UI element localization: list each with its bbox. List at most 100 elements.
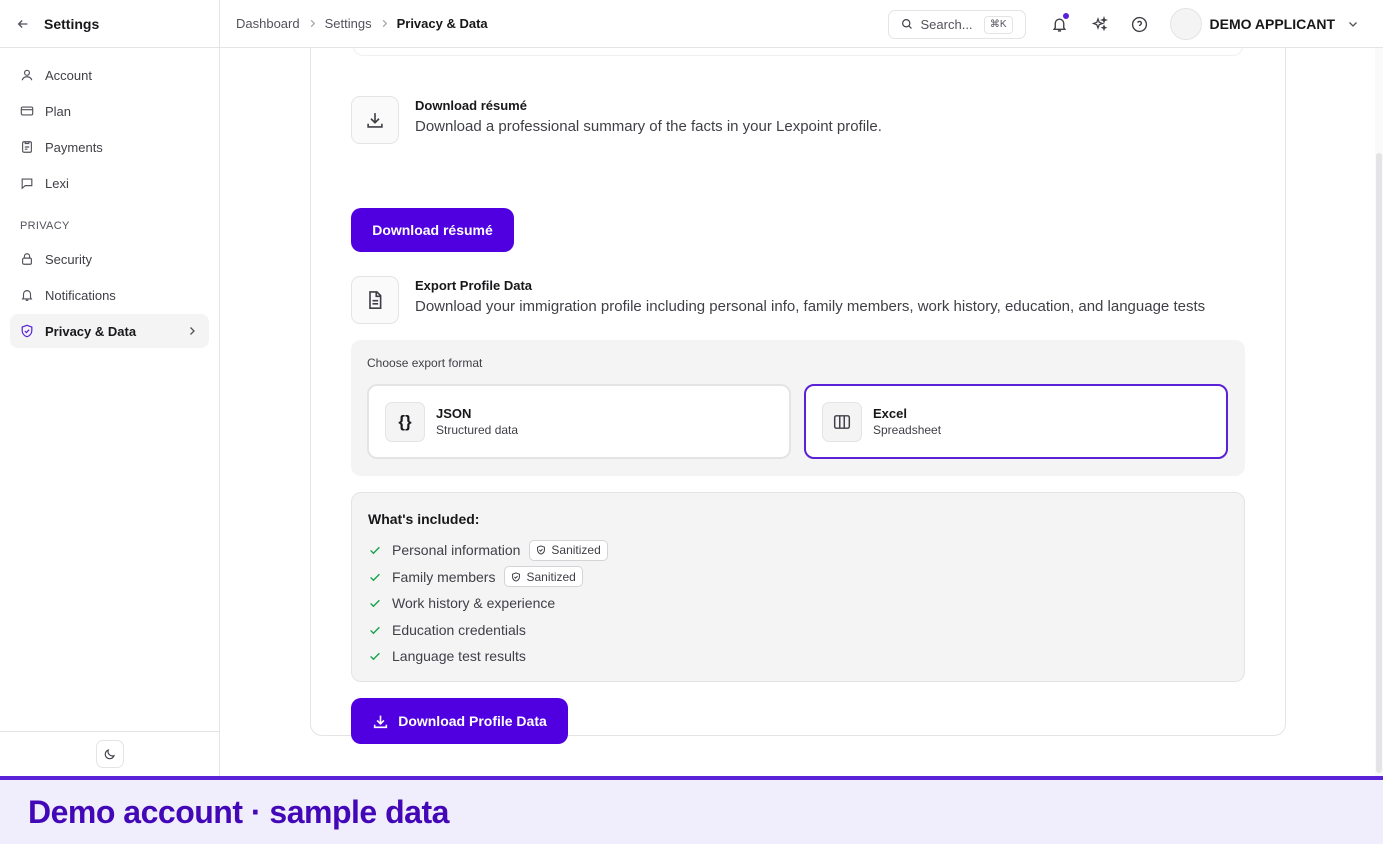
columns-icon <box>822 401 862 442</box>
download-profile-data-button[interactable]: Download Profile Data <box>351 698 568 744</box>
breadcrumb-current: Privacy & Data <box>396 16 488 31</box>
resume-description: Download a professional summary of the f… <box>415 118 882 135</box>
sidebar-item-security[interactable]: Security <box>10 242 209 276</box>
sidebar-item-payments[interactable]: Payments <box>10 130 209 164</box>
check-icon <box>370 573 380 581</box>
privacy-data-card: Download résumé Download a professional … <box>310 48 1286 744</box>
notifications-button[interactable] <box>1046 10 1074 38</box>
check-icon <box>370 546 380 555</box>
sidebar-item-label: Plan <box>45 103 72 119</box>
sidebar-item-lexi[interactable]: Lexi <box>10 166 209 200</box>
sidebar-item-label: Lexi <box>45 175 69 191</box>
download-resume-button[interactable]: Download résumé <box>351 208 514 252</box>
top-bar-actions: Search... ⌘K DEMO APPLICANT <box>887 0 1359 48</box>
format-option-json[interactable]: {} JSON Structured data <box>367 384 791 459</box>
avatar[interactable] <box>1169 8 1202 40</box>
sidebar-item-label: Privacy & Data <box>45 323 137 339</box>
user-icon <box>21 69 33 81</box>
chat-bubble-icon <box>21 178 33 190</box>
demo-banner: Demo account · sample data <box>0 776 1383 844</box>
search-input[interactable]: Search... ⌘K <box>887 9 1026 39</box>
sidebar-item-label: Payments <box>45 139 103 155</box>
sidebar-item-label: Notifications <box>45 287 116 303</box>
help-button[interactable] <box>1126 10 1154 38</box>
top-bar: Dashboard Settings Privacy & Data Search… <box>220 0 1383 48</box>
list-item: Personal information Sanitized <box>368 537 1228 564</box>
back-arrow-icon[interactable] <box>16 17 30 31</box>
check-icon <box>370 599 380 608</box>
theme-toggle-button[interactable] <box>95 740 124 768</box>
ai-assistant-button[interactable] <box>1086 10 1114 38</box>
list-item: Family members Sanitized <box>368 564 1228 591</box>
sanitized-badge: Sanitized <box>504 566 583 588</box>
sidebar-item-notifications[interactable]: Notifications <box>10 278 209 312</box>
export-description: Download your immigration profile includ… <box>415 298 1206 315</box>
download-icon <box>351 96 399 144</box>
list-item: Language test results <box>368 643 1228 670</box>
export-title: Export Profile Data <box>415 278 533 293</box>
whats-included-panel: What's included: Personal information Sa… <box>351 492 1245 682</box>
breadcrumb-settings[interactable]: Settings <box>325 16 372 31</box>
breadcrumb: Dashboard Settings Privacy & Data <box>220 16 488 31</box>
sidebar-nav: Account Plan Payments Lexi PRIVACY Secur… <box>0 48 219 360</box>
list-item: Education credentials <box>368 617 1228 644</box>
download-icon <box>374 715 388 728</box>
included-item-label: Family members <box>392 568 496 585</box>
sidebar-item-label: Security <box>45 251 92 267</box>
scrollbar-thumb[interactable] <box>1376 153 1382 773</box>
chevron-right-icon <box>382 19 387 28</box>
format-option-subtitle: Structured data <box>436 423 519 437</box>
included-item-label: Personal information <box>392 542 521 559</box>
search-placeholder: Search... <box>920 16 973 32</box>
sidebar-section-privacy: PRIVACY <box>20 220 70 232</box>
sidebar-item-label: Account <box>45 67 92 83</box>
settings-sidebar: Settings Account Plan Payments Lexi PRIV… <box>0 0 220 776</box>
sidebar-item-privacy-data[interactable]: Privacy & Data <box>10 314 209 348</box>
download-profile-data-label: Download Profile Data <box>398 713 547 729</box>
export-section: Export Profile Data Download your immigr… <box>351 276 1205 324</box>
bell-icon <box>21 290 33 301</box>
chevron-down-icon[interactable] <box>1347 18 1359 30</box>
format-option-excel[interactable]: Excel Spreadsheet <box>804 384 1228 459</box>
included-title: What's included: <box>368 511 480 527</box>
format-option-title: Excel <box>873 406 907 421</box>
badge-label: Sanitized <box>551 543 601 558</box>
sidebar-item-account[interactable]: Account <box>10 58 209 92</box>
main-content: Download résumé Download a professional … <box>220 48 1383 776</box>
chevron-right-icon <box>310 19 315 28</box>
sidebar-header: Settings <box>0 0 219 48</box>
sanitized-badge: Sanitized <box>529 539 608 561</box>
shield-check-icon <box>21 324 33 338</box>
search-shortcut: ⌘K <box>983 15 1013 34</box>
badge-label: Sanitized <box>526 569 576 584</box>
search-icon <box>901 19 912 29</box>
chevron-right-icon <box>190 327 195 335</box>
sparkles-icon <box>1091 16 1108 32</box>
user-name[interactable]: DEMO APPLICANT <box>1210 16 1335 32</box>
shield-check-icon <box>512 572 521 582</box>
moon-icon <box>104 748 115 759</box>
previous-section-edge <box>353 48 1243 56</box>
format-label: Choose export format <box>367 356 483 370</box>
notification-dot <box>1062 13 1069 19</box>
resume-section: Download résumé Download a professional … <box>351 96 882 144</box>
help-circle-icon <box>1131 16 1148 32</box>
resume-title: Download résumé <box>415 98 527 113</box>
export-format-selector: Choose export format {} JSON Structured … <box>351 340 1245 476</box>
sidebar-item-plan[interactable]: Plan <box>10 94 209 128</box>
breadcrumb-dashboard[interactable]: Dashboard <box>236 16 300 31</box>
list-item: Work history & experience <box>368 590 1228 617</box>
sidebar-title: Settings <box>44 15 100 32</box>
sidebar-footer <box>0 731 219 776</box>
demo-banner-text: Demo account · sample data <box>28 794 449 830</box>
format-option-title: JSON <box>436 406 472 421</box>
receipt-icon <box>22 141 32 153</box>
main-scrollbar[interactable] <box>1375 48 1383 776</box>
braces-icon: {} <box>385 401 425 442</box>
format-option-subtitle: Spreadsheet <box>873 423 942 437</box>
shield-check-icon <box>537 545 546 555</box>
lock-icon <box>22 253 32 265</box>
included-item-label: Education credentials <box>392 621 526 638</box>
check-icon <box>370 652 380 661</box>
check-icon <box>370 626 380 634</box>
